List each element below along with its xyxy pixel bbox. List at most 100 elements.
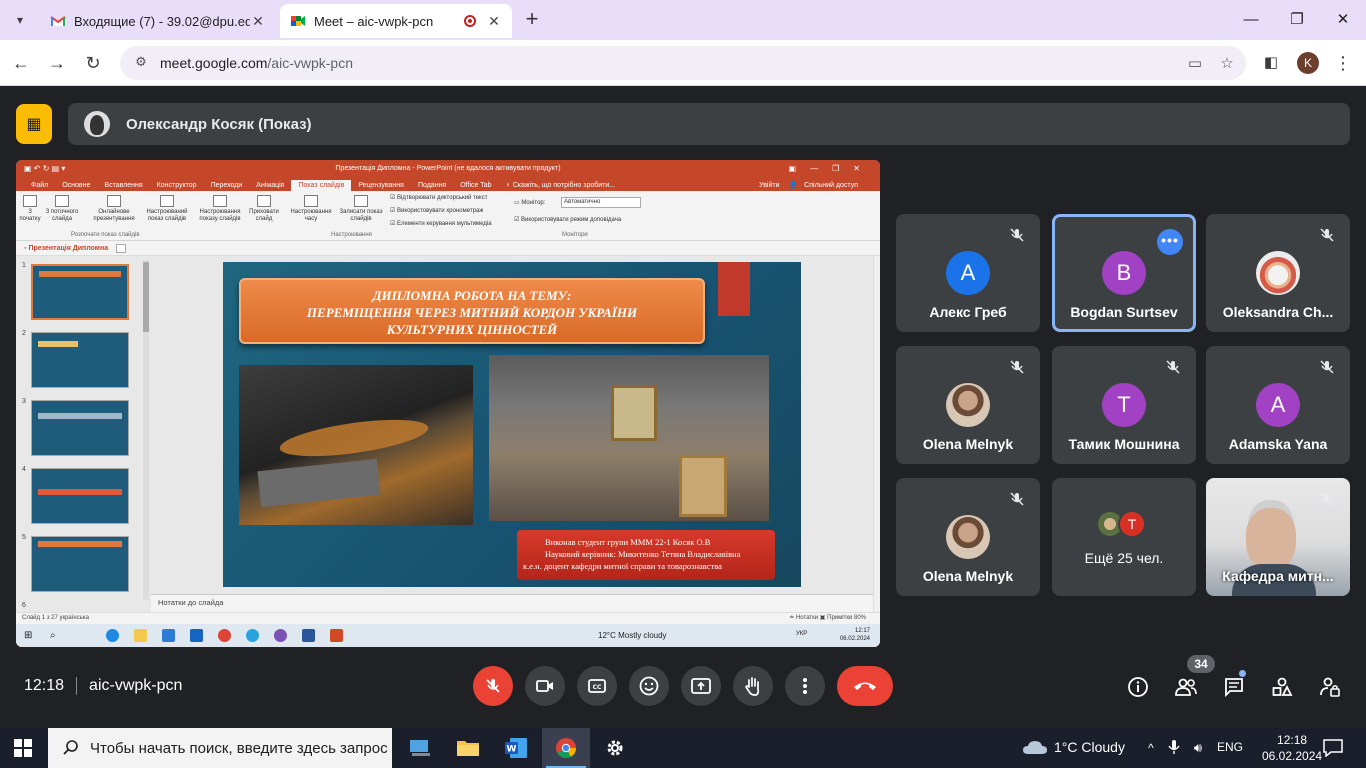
speaker-icon[interactable]: 🔊︎	[1189, 739, 1207, 757]
minimize-button[interactable]: —	[1236, 8, 1266, 32]
closed-captions-icon: CC	[588, 679, 606, 693]
ribbon-rehearse: Настроювання часу	[286, 195, 336, 223]
hang-up-icon	[854, 682, 876, 690]
mic-off-icon	[1320, 360, 1334, 374]
address-bar[interactable]: ⚙ meet.google.com/aic-vwpk-pcn ▭ ☆	[120, 46, 1246, 80]
slide-thumbnail-4	[31, 468, 129, 524]
slide-thumbnail-5	[31, 536, 129, 592]
tab-title: Meet – aic-vwpk-pcn	[314, 13, 434, 29]
tab-gmail[interactable]: Входящие (7) - 39.02@dpu.edu ✕	[40, 4, 276, 38]
tab-close-icon[interactable]: ✕	[250, 13, 266, 30]
folder-icon	[457, 741, 479, 756]
more-options-button[interactable]	[785, 666, 825, 706]
credit-line: к.е.н. доцент кафедри митної справи та т…	[523, 561, 722, 571]
present-button[interactable]	[681, 666, 721, 706]
participant-tile[interactable]: Olena Melnyk	[896, 346, 1040, 464]
show-hidden-icons-icon[interactable]: ^	[1142, 739, 1160, 757]
mic-toggle-button[interactable]	[473, 666, 513, 706]
bookmark-star-icon[interactable]: ☆	[1214, 54, 1240, 72]
meeting-details-button[interactable]	[1123, 672, 1153, 702]
participant-name: Алекс Греб	[929, 304, 1007, 320]
participant-avatar: T	[1102, 383, 1146, 427]
powerpoint-title-bar: ▣ ↶ ↻ ▤ ▾ Презентація Дипломна - PowerPo…	[16, 160, 880, 177]
participant-tile-active[interactable]: B ••• Bogdan Surtsev	[1052, 214, 1196, 332]
tab-close-icon[interactable]: ✕	[486, 13, 502, 30]
slide-scrollbar	[873, 256, 880, 612]
chat-button[interactable]	[1219, 672, 1249, 702]
clock-date: 06.02.2024	[1262, 749, 1323, 763]
slide-thumbnail-3	[31, 400, 129, 456]
input-language[interactable]: ENG	[1217, 740, 1243, 754]
ribbon-hide-slide: Приховати слайд	[244, 195, 284, 223]
taskbar-clock[interactable]: 12:18 06.02.2024	[1262, 732, 1322, 764]
participant-tile[interactable]: T Тамик Мошнина	[1052, 346, 1196, 464]
windows-start-icon[interactable]	[14, 739, 32, 757]
recording-indicator-icon	[464, 15, 476, 27]
taskbar-search-placeholder: Чтобы начать поиск, введите здесь запрос	[90, 739, 388, 757]
people-button[interactable]	[1171, 672, 1201, 702]
tab-meet[interactable]: Meet – aic-vwpk-pcn ✕	[280, 4, 512, 38]
close-window-button[interactable]: ✕	[1328, 8, 1358, 32]
participant-name: Olena Melnyk	[922, 436, 1014, 452]
taskbar-weather[interactable]: 1°C Cloudy	[1022, 738, 1125, 756]
svg-text:W: W	[507, 745, 517, 755]
participant-tile[interactable]: A Алекс Греб	[896, 214, 1040, 332]
taskbar-search-box[interactable]: Чтобы начать поиск, введите здесь запрос	[48, 728, 392, 768]
microphone-icon[interactable]	[1165, 739, 1183, 757]
slide-thumbnail-2	[31, 332, 129, 388]
participant-tile[interactable]: Oleksandra Ch...	[1206, 214, 1350, 332]
participant-tile[interactable]: Olena Melnyk	[896, 478, 1040, 596]
host-controls-button[interactable]	[1315, 672, 1345, 702]
restore-button[interactable]: ❐	[1282, 8, 1312, 32]
powerpoint-icon	[330, 629, 343, 642]
reload-button[interactable]: ↻	[80, 50, 106, 76]
raise-hand-button[interactable]	[733, 666, 773, 706]
ribbon-tab: Основне	[62, 182, 91, 189]
reactions-button[interactable]	[629, 666, 669, 706]
back-button[interactable]: ←	[8, 50, 34, 76]
powerpoint-status-bar: Слайд 1 з 27 українська ≐ Нотатки ▣ Прим…	[16, 612, 880, 624]
taskbar-app-chrome[interactable]	[542, 728, 590, 768]
meeting-code: aic-vwpk-pcn	[89, 677, 183, 694]
slide-thumbnail-1	[31, 264, 129, 320]
participant-avatar: A	[1256, 383, 1300, 427]
side-panel-icon[interactable]: ◧	[1258, 50, 1284, 76]
participant-tile[interactable]: A Adamska Yana	[1206, 346, 1350, 464]
presenter-bar: Олександр Косяк (Показ)	[68, 103, 1350, 145]
ribbon-monitor-dropdown: Автоматично	[561, 197, 641, 208]
chrome-menu-icon[interactable]: ⋮	[1330, 50, 1356, 76]
new-tab-button[interactable]: +	[520, 8, 544, 32]
sign-in-share: Увійти 👤 Спільний доступ	[759, 182, 858, 189]
participant-photo	[946, 383, 990, 427]
shared-screen: ▣ ↶ ↻ ▤ ▾ Презентація Дипломна - PowerPo…	[16, 160, 880, 647]
tab-search-chevron-icon[interactable]: ▾	[8, 8, 32, 32]
mail-icon	[190, 629, 203, 642]
slide-number: 1	[22, 262, 26, 269]
captions-button[interactable]: CC	[577, 666, 617, 706]
thumbnails-scrollbar	[143, 260, 149, 600]
meeting-info: 12:18 aic-vwpk-pcn	[24, 677, 182, 695]
taskbar-app-file-explorer[interactable]	[444, 728, 492, 768]
site-info-icon[interactable]: ⚙	[132, 54, 150, 72]
forward-button[interactable]: →	[44, 50, 70, 76]
participant-name: Oleksandra Ch...	[1222, 304, 1334, 320]
presentation-icon[interactable]: ▦	[16, 104, 52, 144]
leave-call-button[interactable]	[837, 666, 893, 706]
participant-tile-camera[interactable]: Кафедра митн...	[1206, 478, 1350, 596]
taskbar-app-settings[interactable]	[591, 728, 639, 768]
slide-canvas: ДИПЛОМНА РОБОТА НА ТЕМУ: ПЕРЕМІЩЕННЯ ЧЕР…	[151, 256, 873, 594]
notifications-icon[interactable]	[1323, 739, 1343, 757]
ribbon-monitor-label: ▭ Монітор:	[514, 200, 546, 206]
profile-avatar[interactable]: K	[1297, 52, 1319, 74]
camera-icon	[536, 680, 553, 692]
more-options-icon[interactable]: •••	[1157, 229, 1183, 255]
camera-permission-icon[interactable]: ▭	[1182, 54, 1208, 72]
ribbon-tab: Подання	[417, 182, 447, 189]
ribbon-group-label: Розпочати показ слайдів	[71, 232, 140, 238]
taskbar-app-word[interactable]: W	[492, 728, 540, 768]
camera-toggle-button[interactable]	[525, 666, 565, 706]
taskbar-app-computer[interactable]	[396, 728, 444, 768]
activities-button[interactable]	[1267, 672, 1297, 702]
mic-off-icon	[1010, 360, 1024, 374]
more-participants-tile[interactable]: T Ещё 25 чел.	[1052, 478, 1196, 596]
